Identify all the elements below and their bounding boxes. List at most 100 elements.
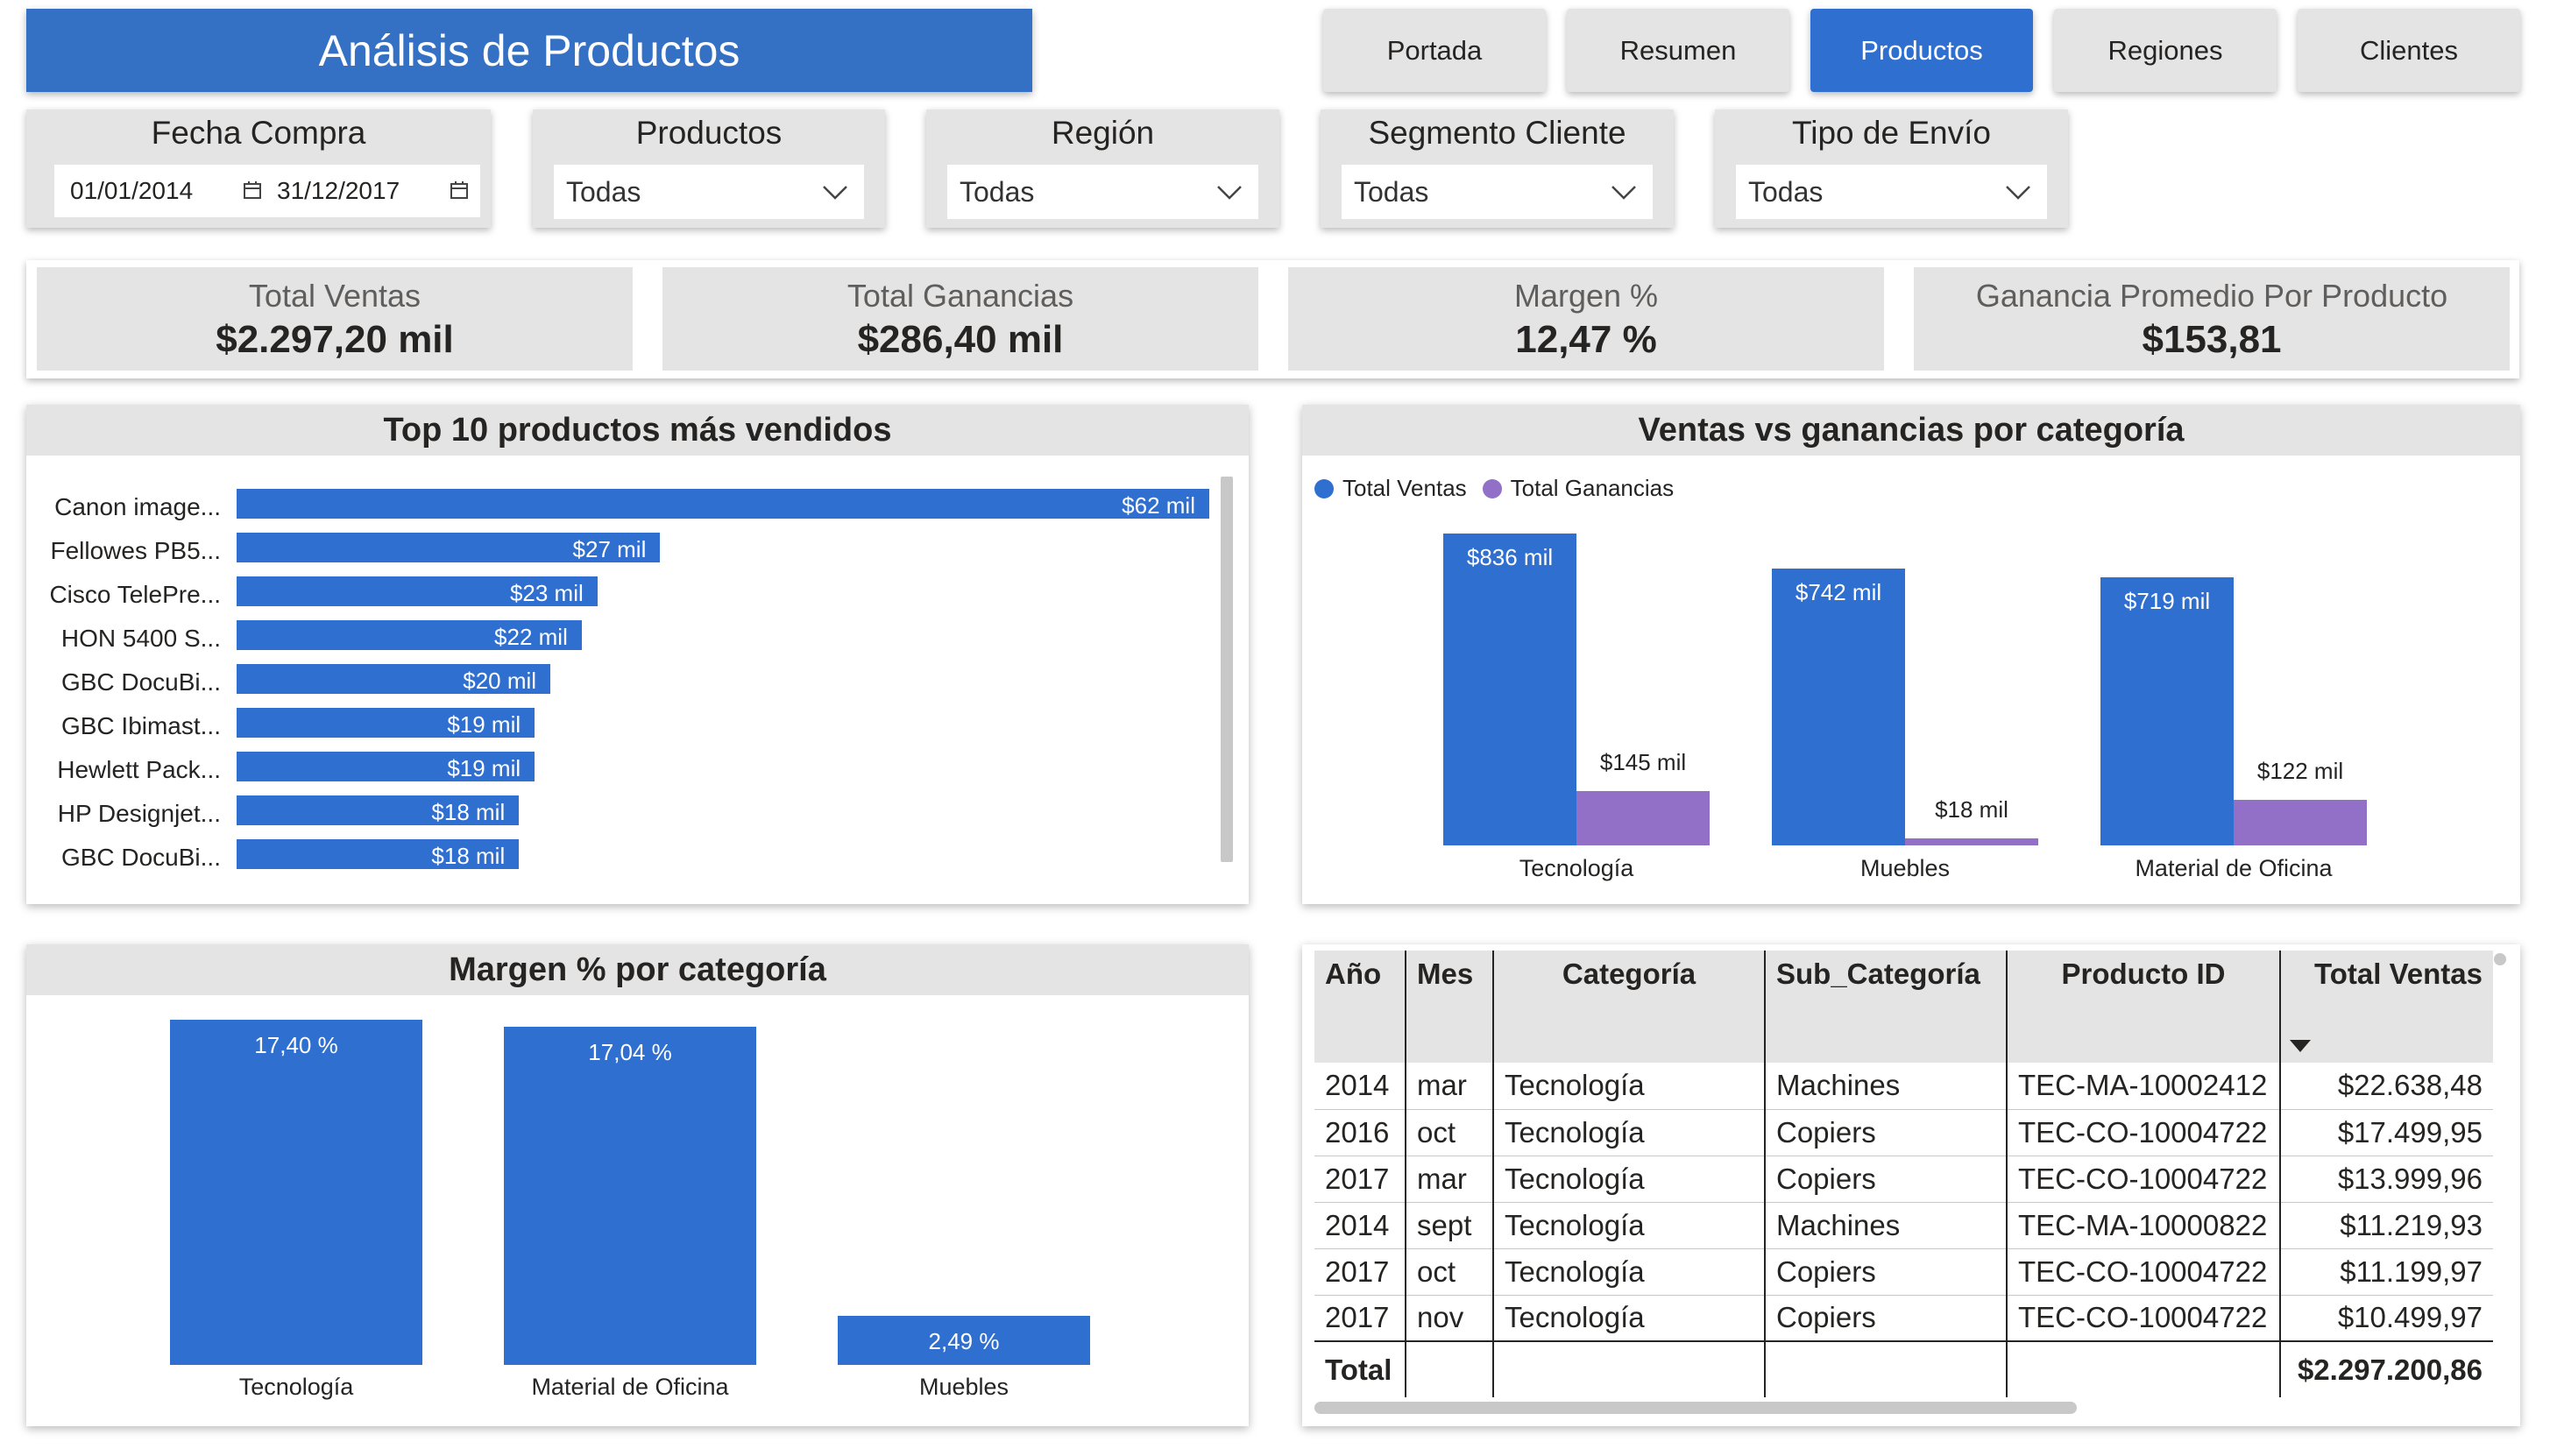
- nav-button-regiones[interactable]: Regiones: [2054, 9, 2277, 92]
- kpi-value: $286,40 mil: [857, 318, 1064, 361]
- table-cell: Tecnología: [1493, 1109, 1766, 1156]
- region-dropdown[interactable]: Todas: [947, 165, 1258, 219]
- table-cell: oct: [1406, 1248, 1494, 1296]
- kpi-card-margen: Margen % 12,47 %: [1288, 267, 1884, 371]
- sales-vs-profit-chart: Ventas vs ganancias por categoría Total …: [1302, 405, 2520, 904]
- page-title: Análisis de Productos: [26, 9, 1032, 92]
- sales-vs-profit-plot-area: $836 mil $145 mil Tecnología $742 mil $18 mi…: [1302, 405, 2520, 904]
- column-header-mes[interactable]: Mes: [1406, 951, 1494, 1063]
- column-header-categoria[interactable]: Categoría: [1493, 951, 1766, 1063]
- table-cell: mar: [1406, 1156, 1494, 1203]
- table-cell: $11.219,93: [2280, 1202, 2493, 1249]
- column-header-total-ventas[interactable]: Total Ventas: [2280, 951, 2493, 1063]
- productos-dropdown[interactable]: Todas: [554, 165, 864, 219]
- table-cell: 2017: [1314, 1156, 1406, 1203]
- nav-button-clientes[interactable]: Clientes: [2298, 9, 2520, 92]
- envio-dropdown[interactable]: Todas: [1736, 165, 2047, 219]
- nav-button-resumen[interactable]: Resumen: [1567, 9, 1789, 92]
- column-header-producto-id[interactable]: Producto ID: [2007, 951, 2281, 1063]
- segmento-dropdown[interactable]: Todas: [1342, 165, 1653, 219]
- sort-descending-icon: [2290, 1040, 2311, 1052]
- table-cell: TEC-CO-10004722: [2007, 1248, 2281, 1296]
- category-label: Cisco TelePre...: [49, 581, 221, 608]
- category-label: HP Designjet...: [57, 800, 221, 827]
- table-cell: $11.199,97: [2280, 1248, 2493, 1296]
- table-header-row: Año Mes Categoría Sub_Categoría Producto…: [1314, 951, 2493, 1063]
- slicer-title: Tipo de Envío: [1792, 115, 1991, 151]
- data-label: $23 mil: [509, 580, 584, 606]
- data-label: $836 mil: [1466, 544, 1554, 570]
- table-row[interactable]: 2017 mar Tecnología Copiers TEC-CO-10004722 $…: [1314, 1156, 2493, 1203]
- total-label: Total: [1314, 1340, 1406, 1397]
- table-cell: Copiers: [1765, 1109, 2008, 1156]
- horizontal-scrollbar[interactable]: [1314, 1402, 2077, 1414]
- table-cell: TEC-CO-10004722: [2007, 1156, 2281, 1203]
- chevron-down-icon: [1611, 186, 1636, 200]
- table-cell: oct: [1406, 1109, 1494, 1156]
- table-cell: 2017: [1314, 1295, 1406, 1342]
- table-cell: 2016: [1314, 1109, 1406, 1156]
- bar-ventas: [1772, 569, 1905, 845]
- bar-ventas: [1443, 534, 1576, 845]
- table-cell: sept: [1406, 1202, 1494, 1249]
- chevron-down-icon: [2006, 186, 2030, 200]
- table-cell: 2017: [1314, 1248, 1406, 1296]
- slicer-productos: Productos Todas: [533, 110, 885, 228]
- data-label: $20 mil: [463, 668, 537, 694]
- vertical-scrollbar[interactable]: [1221, 477, 1233, 862]
- data-label: 17,40 %: [254, 1032, 338, 1058]
- chevron-down-icon: [1217, 186, 1242, 200]
- table-row[interactable]: 2014 mar Tecnología Machines TEC-MA-10002412…: [1314, 1063, 2493, 1110]
- table-cell: Copiers: [1765, 1295, 2008, 1342]
- table-cell: $22.638,48: [2280, 1063, 2493, 1110]
- table-row[interactable]: 2017 nov Tecnología Copiers TEC-CO-10004722 $…: [1314, 1295, 2493, 1342]
- kpi-card-ganancia-promedio: Ganancia Promedio Por Producto $153,81: [1914, 267, 2510, 371]
- table-row[interactable]: 2016 oct Tecnología Copiers TEC-CO-10004722 $…: [1314, 1109, 2493, 1156]
- data-label: $19 mil: [447, 755, 521, 781]
- data-label: $145 mil: [1599, 749, 1687, 776]
- table-cell: Copiers: [1765, 1156, 2008, 1203]
- data-label: $22 mil: [494, 624, 568, 650]
- kpi-card-total-ventas: Total Ventas $2.297,20 mil: [37, 267, 633, 371]
- calendar-icon[interactable]: [449, 180, 470, 201]
- nav-button-portada[interactable]: Portada: [1323, 9, 1546, 92]
- category-label: Fellowes PB5...: [50, 537, 221, 564]
- end-date-input[interactable]: 31/12/2017: [261, 165, 480, 217]
- column-header-ano[interactable]: Año: [1314, 951, 1406, 1063]
- column-header-sub-categoria[interactable]: Sub_Categoría: [1765, 951, 2008, 1063]
- table-cell: [1765, 1340, 2008, 1397]
- data-label: $19 mil: [447, 711, 521, 738]
- data-label: $62 mil: [1122, 492, 1195, 519]
- data-label: 2,49 %: [928, 1327, 1000, 1354]
- category-label: Material de Oficina: [531, 1374, 729, 1400]
- slicer-title: Región: [1051, 115, 1155, 151]
- data-label: 17,04 %: [588, 1039, 672, 1066]
- table-cell: $10.499,97: [2280, 1295, 2493, 1342]
- category-label: HON 5400 S...: [60, 625, 221, 652]
- category-label: GBC DocuBi...: [60, 844, 221, 871]
- bar-ventas: [2100, 576, 2234, 845]
- kpi-value: $2.297,20 mil: [216, 318, 454, 361]
- kpi-label: Total Ventas: [248, 278, 421, 314]
- bar: [504, 1027, 756, 1365]
- table-row[interactable]: 2014 sept Tecnología Machines TEC-MA-1000082…: [1314, 1202, 2493, 1249]
- margin-by-category-chart: Margen % por categoría 17,40 % Tecnología…: [26, 944, 1249, 1426]
- nav-button-productos[interactable]: Productos: [1810, 9, 2033, 92]
- table-body: 2014 mar Tecnología Machines TEC-MA-10002412…: [1314, 1063, 2493, 1397]
- margin-plot-area: 17,40 % Tecnología 17,04 % Material de Ofic…: [26, 944, 1249, 1426]
- table-cell: Tecnología: [1493, 1156, 1766, 1203]
- top10-products-chart: Top 10 productos más vendidos Canon imag…: [26, 405, 1249, 904]
- data-label: $719 mil: [2123, 587, 2211, 614]
- table-row[interactable]: 2017 oct Tecnología Copiers TEC-CO-10004722 $…: [1314, 1248, 2493, 1296]
- slicer-title: Productos: [635, 115, 783, 151]
- start-date-input[interactable]: 01/01/2014: [54, 165, 273, 217]
- table-cell: Machines: [1765, 1063, 2008, 1110]
- sales-table: Año Mes Categoría Sub_Categoría Producto…: [1314, 951, 2493, 1397]
- bar: [170, 1020, 422, 1365]
- vertical-scrollbar-thumb[interactable]: [2494, 953, 2506, 965]
- category-label: Material de Oficina: [2135, 855, 2333, 881]
- data-label: $18 mil: [431, 799, 506, 825]
- table-cell: Machines: [1765, 1202, 2008, 1249]
- calendar-icon[interactable]: [242, 180, 263, 201]
- data-label: $18 mil: [431, 843, 506, 869]
